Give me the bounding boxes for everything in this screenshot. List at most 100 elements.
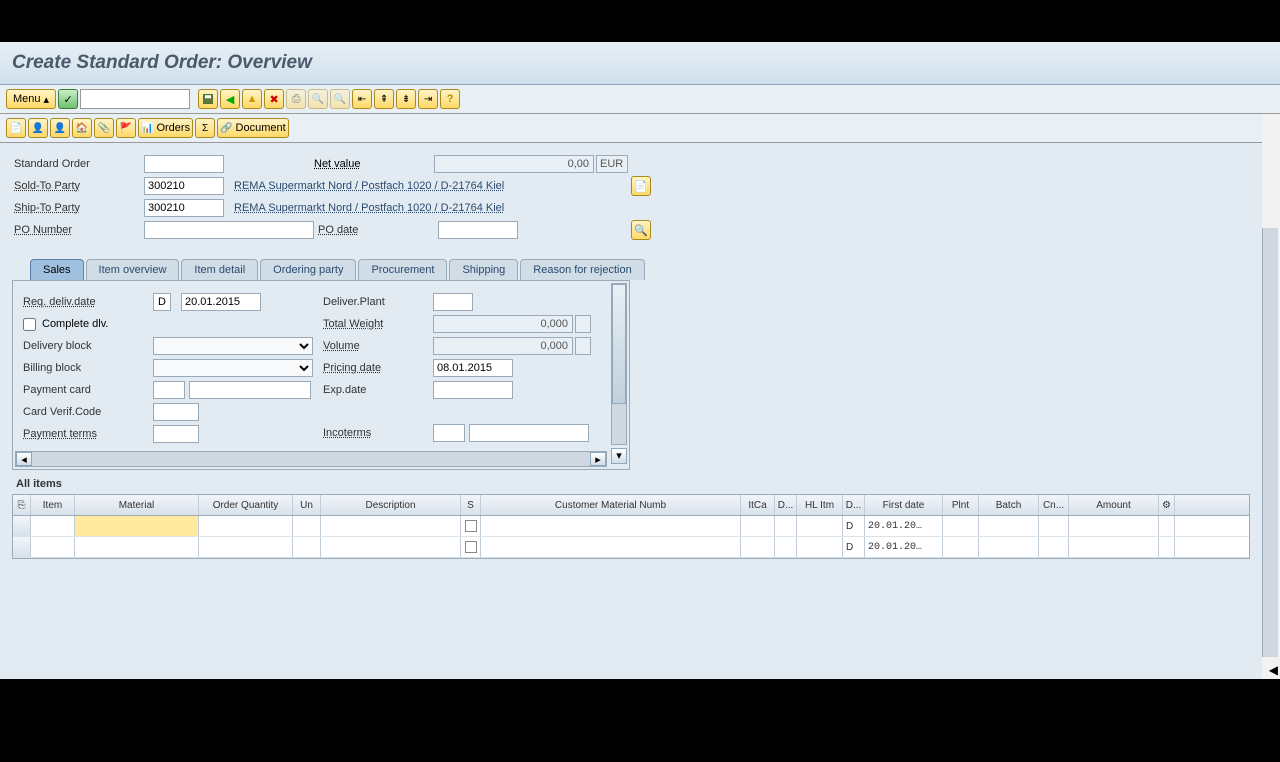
ship-to-desc: REMA Supermarkt Nord / Postfach 1020 / D… — [234, 202, 504, 214]
table-row[interactable]: D 20.01.20… — [13, 537, 1249, 558]
std-order-input[interactable] — [144, 155, 224, 173]
tab-reason-rejection[interactable]: Reason for rejection — [520, 259, 644, 280]
col-material[interactable]: Material — [75, 495, 199, 515]
page-down-button[interactable]: ⇟ — [396, 89, 416, 109]
s-checkbox[interactable] — [465, 541, 477, 553]
header-button[interactable]: 👤 — [28, 118, 48, 138]
complete-dlv-checkbox[interactable] — [23, 318, 36, 331]
help-button[interactable]: ? — [440, 89, 460, 109]
sold-to-label: Sold-To Party — [14, 180, 144, 192]
header-fields: Standard Order Net value Sold-To Party R… — [0, 143, 1262, 251]
payment-terms-input[interactable] — [153, 425, 199, 443]
grid-header: ⎘ Item Material Order Quantity Un Descri… — [13, 495, 1249, 516]
col-batch[interactable]: Batch — [979, 495, 1039, 515]
po-date-input[interactable] — [438, 221, 518, 239]
back-button[interactable]: ◀ — [220, 89, 240, 109]
table-row[interactable]: D 20.01.20… — [13, 516, 1249, 537]
payment-terms-label: Payment terms — [23, 428, 153, 440]
exp-date-input[interactable] — [433, 381, 513, 399]
s-checkbox[interactable] — [465, 520, 477, 532]
col-d1[interactable]: D... — [775, 495, 797, 515]
net-value-field — [434, 155, 594, 173]
print-button[interactable]: ⎙ — [286, 89, 306, 109]
last-page-button[interactable]: ⇥ — [418, 89, 438, 109]
find-next-button[interactable]: 🔍 — [330, 89, 350, 109]
menu-button[interactable]: Menu▴ — [6, 89, 56, 109]
flag-button[interactable]: 🚩 — [116, 118, 136, 138]
page-title: Create Standard Order: Overview — [12, 52, 1268, 74]
document-button[interactable]: 🔗 Document — [217, 118, 289, 138]
col-order-qty[interactable]: Order Quantity — [199, 495, 293, 515]
date-type-input[interactable] — [153, 293, 171, 311]
delivery-block-select[interactable] — [153, 337, 313, 355]
col-d2[interactable]: D... — [843, 495, 865, 515]
all-items-label: All items — [16, 478, 1262, 490]
orders-button[interactable]: 📊 Orders — [138, 118, 193, 138]
page-up-button[interactable]: ⇞ — [374, 89, 394, 109]
user-button[interactable]: 👤 — [50, 118, 70, 138]
payment-card-type-input[interactable] — [153, 381, 185, 399]
up-button[interactable]: ▲ — [242, 89, 262, 109]
volume-label: Volume — [323, 340, 433, 352]
col-config[interactable]: ⚙ — [1159, 495, 1175, 515]
ship-to-label: Ship-To Party — [14, 202, 144, 214]
sigma-button[interactable]: Σ — [195, 118, 215, 138]
incoterms-text-input[interactable] — [469, 424, 589, 442]
col-item[interactable]: Item — [31, 495, 75, 515]
col-cust-mat[interactable]: Customer Material Numb — [481, 495, 741, 515]
tree-button[interactable]: 📎 — [94, 118, 114, 138]
cancel-button[interactable]: ✖ — [264, 89, 284, 109]
col-description[interactable]: Description — [321, 495, 461, 515]
pricing-date-input[interactable] — [433, 359, 513, 377]
partner-detail-button[interactable]: 📄 — [631, 176, 651, 196]
deliver-plant-input[interactable] — [433, 293, 473, 311]
tab-ordering-party[interactable]: Ordering party — [260, 259, 356, 280]
req-deliv-date-input[interactable] — [181, 293, 261, 311]
req-deliv-label: Req. deliv.date — [23, 296, 153, 308]
display-button[interactable]: 📄 — [6, 118, 26, 138]
tab-procurement[interactable]: Procurement — [358, 259, 447, 280]
col-first-date[interactable]: First date — [865, 495, 943, 515]
home-button[interactable]: 🏠 — [72, 118, 92, 138]
billing-block-label: Billing block — [23, 362, 153, 374]
col-un[interactable]: Un — [293, 495, 321, 515]
command-input[interactable] — [80, 89, 190, 109]
tab-shipping[interactable]: Shipping — [449, 259, 518, 280]
items-grid: ⎘ Item Material Order Quantity Un Descri… — [12, 494, 1250, 559]
save-button[interactable] — [198, 89, 218, 109]
po-number-input[interactable] — [144, 221, 314, 239]
sold-to-input[interactable] — [144, 177, 224, 195]
incoterms-code-input[interactable] — [433, 424, 465, 442]
accept-button[interactable]: ✓ — [58, 89, 78, 109]
corner-resize-icon: ◀ — [1269, 663, 1278, 677]
col-cn[interactable]: Cn... — [1039, 495, 1069, 515]
col-amount[interactable]: Amount — [1069, 495, 1159, 515]
ship-to-input[interactable] — [144, 199, 224, 217]
col-plnt[interactable]: Plnt — [943, 495, 979, 515]
payment-card-number-input[interactable] — [189, 381, 311, 399]
col-select[interactable]: ⎘ — [13, 495, 31, 515]
sales-hscrollbar[interactable]: ◂▸ — [15, 451, 607, 467]
total-weight-label: Total Weight — [323, 318, 433, 330]
delivery-block-label: Delivery block — [23, 340, 153, 352]
col-s[interactable]: S — [461, 495, 481, 515]
main-vscrollbar[interactable] — [1262, 228, 1278, 657]
first-page-button[interactable]: ⇤ — [352, 89, 372, 109]
tab-sales[interactable]: Sales — [30, 259, 84, 280]
chevron-up-icon: ▴ — [44, 93, 50, 106]
card-verif-input[interactable] — [153, 403, 199, 421]
col-hlitm[interactable]: HL Itm — [797, 495, 843, 515]
sales-vscrollbar[interactable]: ▾ — [611, 283, 627, 445]
tab-strip: Sales Item overview Item detail Ordering… — [30, 259, 1262, 280]
sold-to-desc: REMA Supermarkt Nord / Postfach 1020 / D… — [234, 180, 504, 192]
tab-item-overview[interactable]: Item overview — [86, 259, 180, 280]
card-verif-label: Card Verif.Code — [23, 406, 153, 418]
billing-block-select[interactable] — [153, 359, 313, 377]
toolbar-primary: Menu▴ ✓ ◀ ▲ ✖ ⎙ 🔍 🔍 ⇤ ⇞ ⇟ ⇥ ? — [0, 85, 1280, 114]
total-weight-field — [433, 315, 573, 333]
find-button[interactable]: 🔍 — [308, 89, 328, 109]
col-itca[interactable]: ItCa — [741, 495, 775, 515]
incoterms-label: Incoterms — [323, 427, 433, 439]
tab-item-detail[interactable]: Item detail — [181, 259, 258, 280]
po-search-button[interactable]: 🔍 — [631, 220, 651, 240]
